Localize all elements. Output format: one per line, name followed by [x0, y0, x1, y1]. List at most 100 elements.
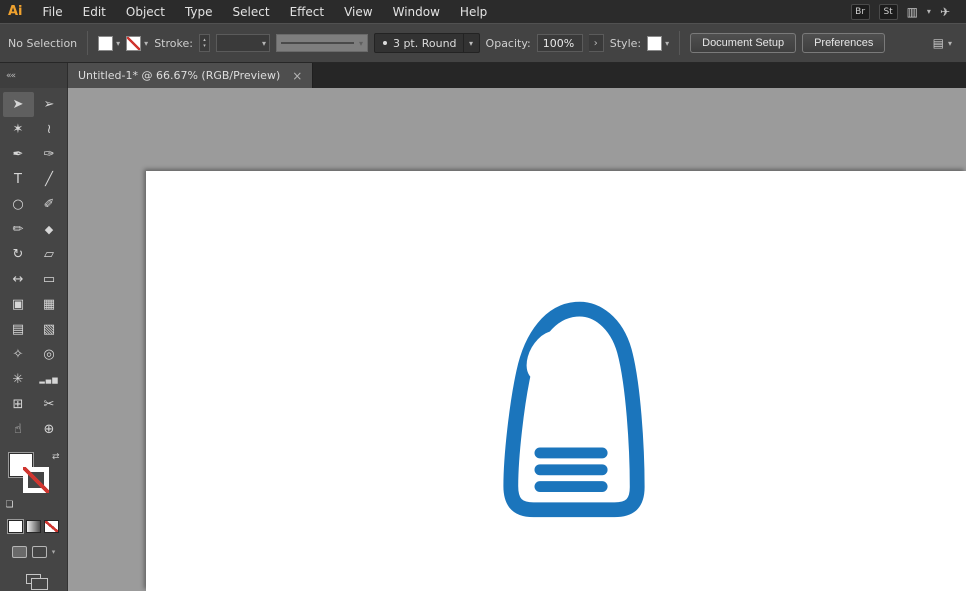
stroke-weight-stepper[interactable]: ▴ ▾: [198, 34, 210, 52]
chevron-down-icon[interactable]: ▾: [462, 33, 479, 53]
brush-name: 3 pt. Round: [392, 36, 457, 50]
menu-bar-right: Br St ▥ ▾ ✈: [850, 3, 966, 20]
brush-definition-dropdown[interactable]: 3 pt. Round ▾: [373, 33, 480, 53]
symbol-sprayer-tool[interactable]: ✳: [3, 367, 34, 392]
curvature-tool[interactable]: ✑: [34, 142, 65, 167]
artboard-tool[interactable]: ⊞: [3, 392, 34, 417]
bottle-outline-path: [503, 301, 645, 518]
stroke-weight-dropdown[interactable]: ▾: [215, 34, 270, 52]
stroke-color-dropdown[interactable]: ▾: [126, 35, 149, 51]
change-screen-mode-icon[interactable]: [26, 574, 48, 590]
stock-button[interactable]: St: [878, 3, 898, 20]
tool-grid: ➤ ➢ ✶ ≀ ✒ ✑ T ╱ ○ ✐ ✏ ◆ ↻ ▱ ↔ ▭ ▣ ▦ ▤ ▧: [2, 92, 65, 442]
blend-tool[interactable]: ◎: [34, 342, 65, 367]
type-tool[interactable]: T: [3, 167, 34, 192]
menu-view[interactable]: View: [334, 0, 382, 23]
canvas-area[interactable]: [68, 88, 966, 591]
width-tool[interactable]: ↔: [3, 267, 34, 292]
pencil-tool[interactable]: ✏: [3, 217, 34, 242]
style-swatch[interactable]: [647, 35, 663, 51]
stroke-color-indicator[interactable]: [22, 467, 49, 493]
gradient-tool[interactable]: ▧: [34, 317, 65, 342]
fill-color-dropdown[interactable]: ▾: [98, 35, 120, 51]
stroke-profile-dropdown: ▾: [275, 34, 368, 52]
ellipse-tool[interactable]: ○: [3, 192, 34, 217]
draw-mode-buttons: ▾: [11, 546, 56, 558]
magic-wand-tool[interactable]: ✶: [3, 117, 34, 142]
hand-tool[interactable]: ☝: [3, 417, 34, 442]
menu-file[interactable]: File: [33, 0, 73, 23]
draw-mode-chevron-icon[interactable]: ▾: [52, 548, 56, 556]
menu-help[interactable]: Help: [450, 0, 497, 23]
fill-stroke-indicator: ⇄ ❏: [6, 452, 62, 510]
chevron-down-icon: ▾: [358, 38, 363, 48]
draw-normal-button[interactable]: [11, 546, 27, 558]
paintbrush-tool[interactable]: ✐: [34, 192, 65, 217]
column-graph-tool[interactable]: ▂▄▆: [34, 367, 65, 392]
none-button[interactable]: [44, 520, 59, 533]
preferences-button[interactable]: Preferences: [802, 33, 886, 53]
gradient-button[interactable]: [26, 520, 41, 533]
free-transform-tool[interactable]: ▭: [34, 267, 65, 292]
menu-window[interactable]: Window: [383, 0, 450, 23]
scale-tool[interactable]: ▱: [34, 242, 65, 267]
shape-builder-tool[interactable]: ▣: [3, 292, 34, 317]
stroke-label: Stroke:: [154, 36, 193, 50]
perspective-grid-tool[interactable]: ▦: [34, 292, 65, 317]
arrange-documents-icon[interactable]: ▥: [907, 5, 918, 19]
control-bar-right: ▤ ▾: [933, 36, 958, 50]
brush-preview-dot: [382, 41, 387, 45]
document-tab-title: Untitled-1* @ 66.67% (RGB/Preview): [78, 69, 281, 82]
document-tab-strip: «« Untitled-1* @ 66.67% (RGB/Preview) ×: [0, 63, 966, 88]
menu-edit[interactable]: Edit: [73, 0, 116, 23]
menu-bar: Ai File Edit Object Type Select Effect V…: [0, 0, 966, 23]
color-button[interactable]: [8, 520, 23, 533]
arrange-documents-chevron-icon[interactable]: ▾: [927, 7, 931, 16]
chevron-down-icon: ▾: [261, 38, 266, 48]
label-bar-3: [534, 481, 608, 492]
eyedropper-tool[interactable]: ✧: [3, 342, 34, 367]
menu-type[interactable]: Type: [175, 0, 223, 23]
bottle-logo-artwork[interactable]: [495, 298, 653, 524]
gpu-performance-rocket-icon[interactable]: ✈: [940, 5, 950, 19]
eraser-tool[interactable]: ◆: [34, 217, 65, 242]
fill-swatch[interactable]: [98, 35, 114, 51]
default-fill-stroke-icon[interactable]: ❏: [6, 500, 14, 510]
panel-options-chevron-icon[interactable]: ▾: [948, 39, 952, 48]
selection-tool[interactable]: ➤: [2, 92, 34, 117]
draw-behind-button[interactable]: [31, 546, 47, 558]
mesh-tool[interactable]: ▤: [3, 317, 34, 342]
style-dropdown[interactable]: ▾: [647, 35, 669, 51]
zoom-tool[interactable]: ⊕: [34, 417, 65, 442]
chevron-down-icon: ▾: [144, 38, 149, 48]
collapse-tool-panel-chevron[interactable]: ««: [0, 63, 68, 88]
lasso-tool[interactable]: ≀: [34, 117, 65, 142]
main-area: ➤ ➢ ✶ ≀ ✒ ✑ T ╱ ○ ✐ ✏ ◆ ↻ ▱ ↔ ▭ ▣ ▦ ▤ ▧: [0, 88, 966, 591]
menu-select[interactable]: Select: [223, 0, 280, 23]
document-tab[interactable]: Untitled-1* @ 66.67% (RGB/Preview) ×: [68, 63, 314, 88]
stepper-down-icon[interactable]: ▾: [203, 43, 206, 49]
tab-close-icon[interactable]: ×: [292, 69, 302, 83]
menu-effect[interactable]: Effect: [280, 0, 335, 23]
label-bar-2: [534, 464, 608, 476]
panel-options-icon[interactable]: ▤: [933, 36, 944, 50]
document-setup-button[interactable]: Document Setup: [690, 33, 797, 53]
slice-tool[interactable]: ✂: [34, 392, 65, 417]
divider: [87, 31, 89, 55]
bridge-button[interactable]: Br: [850, 3, 870, 20]
direct-selection-tool[interactable]: ➢: [34, 92, 65, 117]
opacity-label: Opacity:: [485, 36, 531, 50]
swap-fill-stroke-icon[interactable]: ⇄: [52, 452, 60, 462]
opacity-flyout-button[interactable]: ›: [588, 34, 604, 52]
opacity-field[interactable]: 100%: [536, 34, 583, 52]
control-bar: No Selection ▾ ▾ Stroke: ▴ ▾ ▾ ▾ 3 pt. R…: [0, 23, 966, 63]
stroke-none-swatch[interactable]: [126, 35, 142, 51]
pen-tool[interactable]: ✒: [3, 142, 34, 167]
screen-mode-control: [26, 574, 48, 590]
line-segment-tool[interactable]: ╱: [34, 167, 65, 192]
tool-panel: ➤ ➢ ✶ ≀ ✒ ✑ T ╱ ○ ✐ ✏ ◆ ↻ ▱ ↔ ▭ ▣ ▦ ▤ ▧: [0, 88, 68, 591]
color-mode-buttons: [8, 520, 59, 533]
app-logo[interactable]: Ai: [0, 4, 33, 19]
rotate-tool[interactable]: ↻: [3, 242, 34, 267]
menu-object[interactable]: Object: [116, 0, 175, 23]
